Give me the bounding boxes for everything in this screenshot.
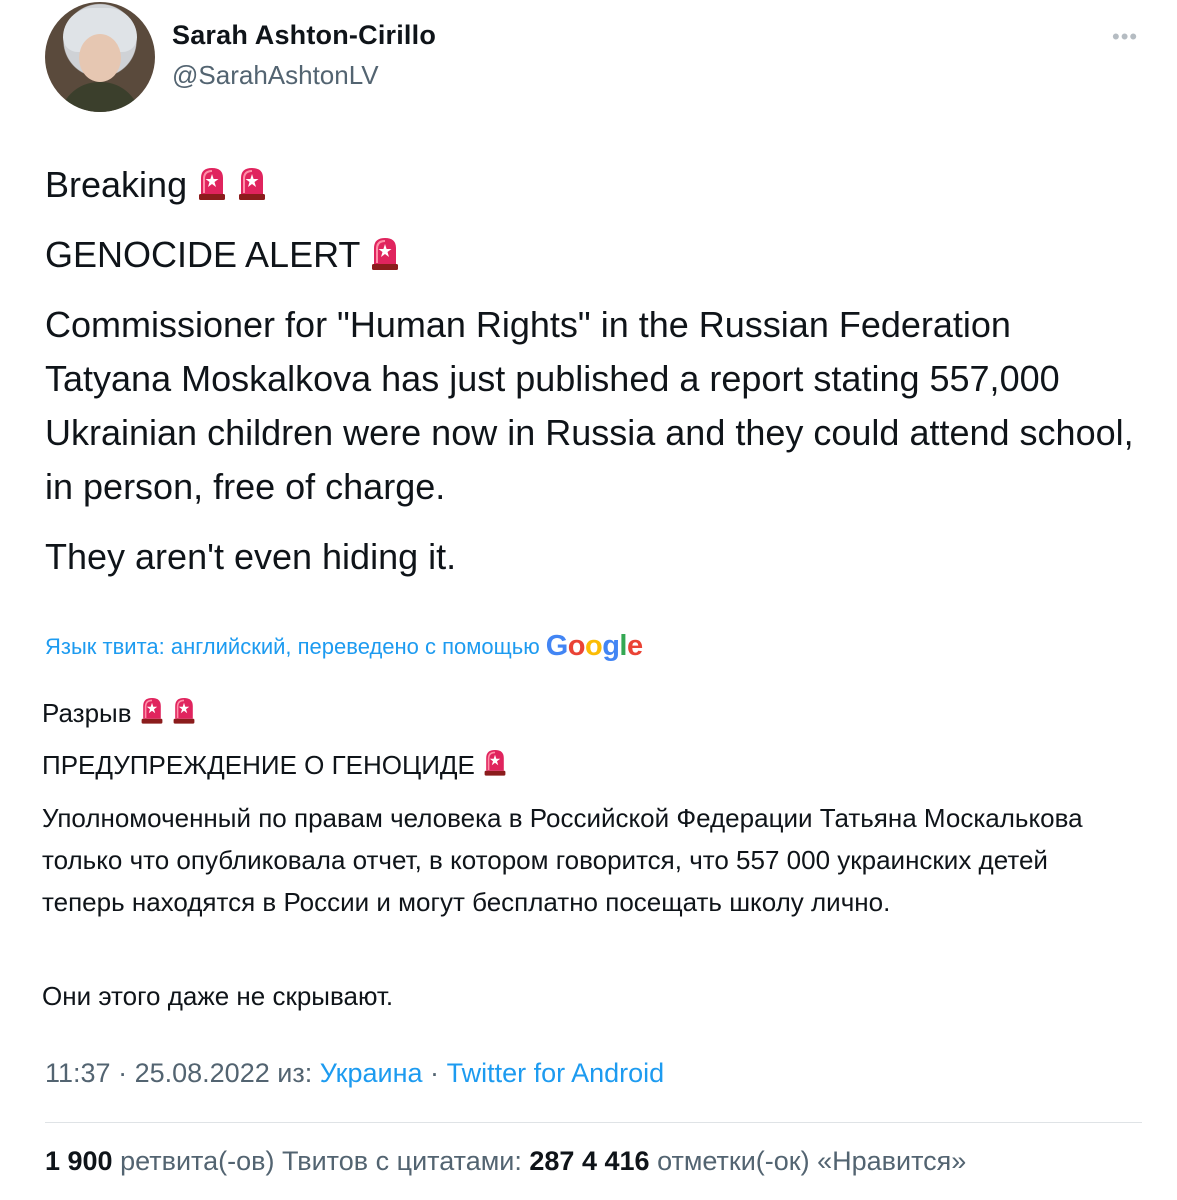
police-car-light-icon bbox=[370, 235, 400, 271]
police-car-light-icon bbox=[172, 695, 196, 725]
likes-label: отметки(-ок) «Нравится» bbox=[657, 1146, 967, 1176]
police-car-light-icon bbox=[237, 165, 267, 201]
likes-stat[interactable]: 4 416 отметки(-ок) «Нравится» bbox=[582, 1146, 966, 1176]
tweet-line-genocide-alert: GENOCIDE ALERT bbox=[45, 228, 1145, 282]
retweets-count: 1 900 bbox=[45, 1146, 113, 1176]
retweets-label: ретвита(-ов) bbox=[120, 1146, 275, 1176]
translated-line-1: Разрыв bbox=[42, 692, 1142, 734]
translated-last-line: Они этого даже не скрывают. bbox=[42, 981, 394, 1011]
author-display-name[interactable]: Sarah Ashton-Cirillo bbox=[172, 20, 436, 51]
quotes-count: 287 bbox=[529, 1146, 575, 1176]
google-logo: Google bbox=[545, 630, 643, 662]
likes-count: 4 416 bbox=[581, 1146, 650, 1176]
divider bbox=[45, 1122, 1142, 1123]
author-handle[interactable]: @SarahAshtonLV bbox=[172, 60, 379, 91]
police-car-light-icon bbox=[140, 695, 164, 725]
tweet-paragraph: Commissioner for "Human Rights" in the R… bbox=[45, 304, 1134, 507]
translation-note[interactable]: Язык твита: английский, переведено с пом… bbox=[45, 630, 643, 663]
police-car-light-icon bbox=[483, 747, 507, 777]
tweet-metadata: 11:37 · 25.08.2022 из: Украина · Twitter… bbox=[45, 1058, 664, 1089]
separator: · bbox=[118, 1058, 128, 1088]
translated-line-2: ПРЕДУПРЕЖДЕНИЕ О ГЕНОЦИДЕ bbox=[42, 744, 1142, 786]
retweets-stat[interactable]: 1 900 ретвита(-ов) bbox=[45, 1146, 274, 1176]
police-car-light-icon bbox=[197, 165, 227, 201]
tweet-text: GENOCIDE ALERT bbox=[45, 234, 361, 275]
translated-paragraph: Уполномоченный по правам человека в Росс… bbox=[42, 803, 1083, 917]
engagement-stats: 1 900 ретвита(-ов) Твитов с цитатами: 28… bbox=[45, 1146, 966, 1177]
translated-text: ПРЕДУПРЕЖДЕНИЕ О ГЕНОЦИДЕ bbox=[42, 750, 475, 780]
quotes-stat[interactable]: Твитов с цитатами: 287 bbox=[282, 1146, 575, 1176]
avatar[interactable] bbox=[45, 2, 155, 112]
tweet-line-breaking: Breaking bbox=[45, 158, 1145, 212]
translated-text: Разрыв bbox=[42, 698, 132, 728]
translation-note-text[interactable]: Язык твита: английский, переведено с пом… bbox=[45, 634, 540, 659]
more-horizontal-icon[interactable]: ••• bbox=[1112, 24, 1138, 50]
location-link[interactable]: Украина bbox=[320, 1058, 423, 1088]
client-link[interactable]: Twitter for Android bbox=[447, 1058, 665, 1088]
from-label: из: bbox=[277, 1058, 313, 1088]
separator: · bbox=[430, 1058, 440, 1088]
tweet-text: Breaking bbox=[45, 164, 188, 205]
tweet-date[interactable]: 25.08.2022 bbox=[135, 1058, 270, 1088]
tweet-last-line: They aren't even hiding it. bbox=[45, 536, 457, 577]
quotes-label: Твитов с цитатами: bbox=[281, 1146, 522, 1176]
tweet-time[interactable]: 11:37 bbox=[45, 1058, 111, 1088]
